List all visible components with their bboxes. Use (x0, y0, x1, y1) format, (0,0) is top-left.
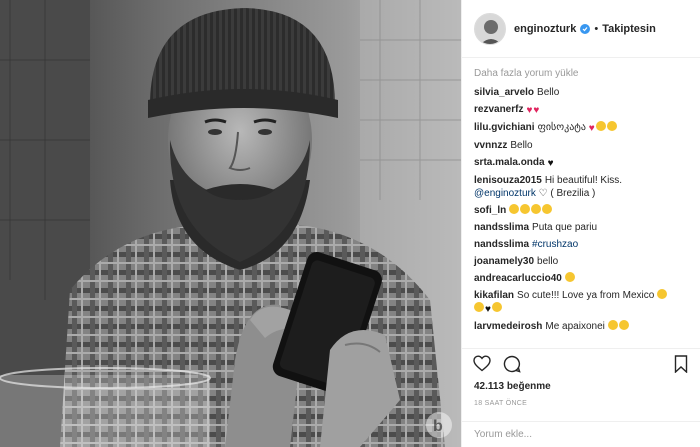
load-more-comments-link[interactable]: Daha fazla yorum yükle (474, 68, 690, 79)
post-timestamp: 18 SAAT ÖNCE (474, 400, 528, 407)
b-logo-watermark: b (426, 412, 452, 438)
comment-username[interactable]: sofi_ln (474, 205, 506, 216)
comment-text: Puta que pariu (532, 222, 598, 233)
likes-count[interactable]: 42.113 beğenme (474, 381, 551, 392)
post-header: enginozturk • Takiptesin (462, 0, 700, 58)
smiley-emoji-icon (491, 302, 502, 312)
comment-text: ფისოკატა (537, 122, 586, 133)
comment-item: joanamely30 bello (474, 255, 690, 268)
comment-text: Hi beautiful! Kiss. (544, 175, 623, 186)
comment-username[interactable]: joanamely30 (474, 256, 534, 267)
comment-text: ♡ ( Brezilia ) (535, 188, 596, 199)
comment-username[interactable]: lilu.gvichiani (474, 122, 535, 133)
verified-badge-icon (580, 23, 591, 34)
comment-text: So cute!!! Love ya from Mexico (517, 290, 655, 301)
comment-item: vvnnzz Bello (474, 139, 690, 152)
comment-bubble-icon[interactable] (502, 354, 522, 374)
comment-item: larvmedeirosh Me apaixonei (474, 320, 690, 333)
header-separator: • (594, 22, 599, 35)
smiley-emoji-icon (618, 320, 629, 330)
smiley-emoji-icon (509, 204, 520, 214)
smiley-emoji-icon (520, 204, 531, 214)
comment-item: lenisouza2015 Hi beautiful! Kiss. @engino… (474, 174, 690, 200)
comment-username[interactable]: rezvanerfz (474, 104, 523, 115)
comment-text: bello (537, 256, 559, 267)
hashtag-link[interactable]: #crushzao (532, 239, 578, 250)
comment-item: andreacarluccio40 (474, 272, 690, 285)
comment-text: Me apaixonei (545, 321, 605, 332)
smiley-emoji-icon (606, 121, 617, 131)
comment-username[interactable]: lenisouza2015 (474, 175, 542, 186)
heart-outline-icon[interactable] (472, 354, 492, 374)
comment-item: sofi_ln (474, 204, 690, 217)
comment-item: lilu.gvichiani ფისოკატა ♥ (474, 121, 690, 135)
smiley-emoji-icon (564, 272, 575, 282)
comment-item: kikafilan So cute!!! Love ya from Mexico … (474, 289, 690, 316)
comment-username[interactable]: andreacarluccio40 (474, 273, 562, 284)
mention-link[interactable]: @enginozturk (474, 188, 536, 199)
smiley-emoji-icon (595, 121, 606, 131)
comment-username[interactable]: srta.mala.onda (474, 157, 545, 168)
comment-item: srta.mala.onda ♥ (474, 156, 690, 170)
black-heart-emoji-icon: ♥ (547, 158, 554, 169)
smiley-emoji-icon (542, 204, 553, 214)
add-comment-input[interactable]: Yorum ekle... (462, 421, 700, 447)
red-heart-emoji-icon: ♥ (588, 123, 595, 134)
black-heart-emoji-icon: ♥ (485, 304, 491, 315)
smiley-emoji-icon (607, 320, 618, 330)
comment-username[interactable]: nandsslima (474, 222, 529, 233)
comment-username[interactable]: larvmedeirosh (474, 321, 542, 332)
smiley-emoji-icon (531, 204, 542, 214)
header-username[interactable]: enginozturk (514, 23, 576, 35)
follow-status-button[interactable]: Takiptesin (602, 23, 656, 35)
svg-text:b: b (433, 418, 443, 435)
smiley-emoji-icon (657, 289, 668, 299)
comment-text: Bello (537, 87, 560, 98)
comment-username[interactable]: silvia_arvelo (474, 87, 534, 98)
post-photo[interactable]: b (0, 0, 461, 447)
comment-text: Bello (510, 140, 533, 151)
comment-item: silvia_arvelo Bello (474, 86, 690, 99)
man-with-phone-photo: b (0, 0, 461, 447)
red-heart-emoji-icon: ♥ (533, 105, 540, 116)
comment-item: nandsslima Puta que pariu (474, 221, 690, 234)
avatar[interactable] (474, 12, 506, 45)
comment-item: nandsslima #crushzao (474, 238, 690, 251)
bookmark-icon[interactable] (671, 354, 691, 374)
smiley-emoji-icon (474, 302, 484, 312)
comment-username[interactable]: vvnnzz (474, 140, 507, 151)
comments-list: Daha fazla yorum yükle silvia_arvelo Bell… (462, 58, 700, 345)
comment-item: rezvanerfz ♥♥ (474, 103, 690, 117)
red-heart-emoji-icon: ♥ (526, 105, 533, 116)
comment-username[interactable]: kikafilan (474, 290, 514, 301)
post-sidebar: enginozturk • Takiptesin Daha fazla yoru… (461, 0, 700, 447)
action-bar (462, 348, 700, 378)
comment-username[interactable]: nandsslima (474, 239, 529, 250)
